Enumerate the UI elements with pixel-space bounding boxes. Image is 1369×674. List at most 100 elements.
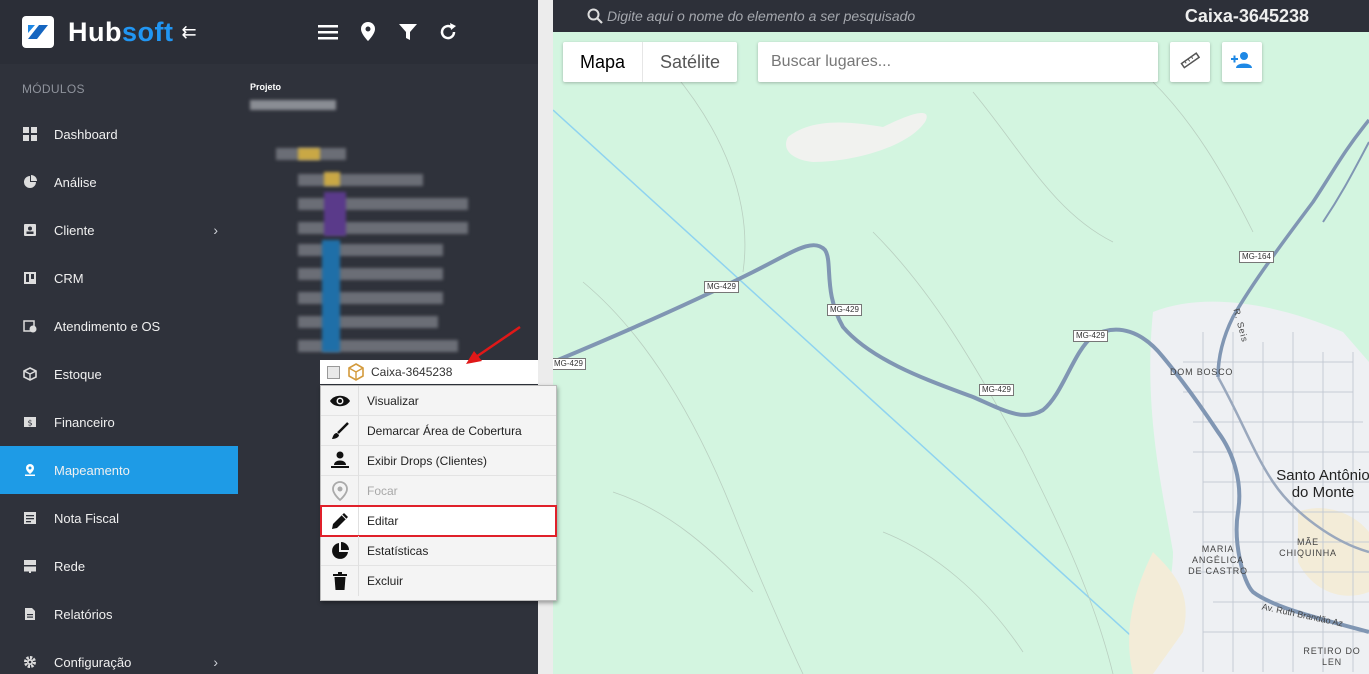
sidebar-item-relatorios[interactable]: Relatórios <box>0 590 238 638</box>
sidebar-item-label: Nota Fiscal <box>54 510 120 526</box>
menu-item-excluir[interactable]: Excluir <box>321 566 556 596</box>
context-menu: Visualizar Demarcar Área de Cobertura Ex… <box>320 385 557 601</box>
map-type-control: Mapa Satélite <box>563 42 738 82</box>
neighborhood-label: DOM BOSCO <box>1170 367 1234 377</box>
places-search-input[interactable] <box>758 42 1158 82</box>
sidebar-item-label: Relatórios <box>54 606 113 622</box>
menu-item-label: Exibir Drops (Clientes) <box>367 453 488 468</box>
kanban-icon <box>22 270 38 286</box>
menu-item-focar[interactable]: Focar <box>321 475 556 506</box>
project-label: Projeto <box>250 82 282 92</box>
obscured-tree-row <box>298 174 423 186</box>
sidebar-item-label: Rede <box>54 558 86 574</box>
sidebar-item-crm[interactable]: CRM <box>0 254 238 302</box>
obscured-tree-row <box>298 244 443 256</box>
brand: Hubsoft ⇇ <box>0 0 238 64</box>
menu-item-label: Focar <box>367 483 398 498</box>
map-pin-icon <box>22 462 38 478</box>
menu-item-exibir-drops[interactable]: Exibir Drops (Clientes) <box>321 445 556 476</box>
sidebar-item-configuracao[interactable]: Configuração › <box>0 638 238 674</box>
sidebar-item-label: Configuração <box>54 654 132 670</box>
road-label: MG-429 <box>979 384 1014 396</box>
collapse-sidebar-icon[interactable]: ⇇ <box>181 22 196 43</box>
sidebar-item-label: Atendimento e OS <box>54 318 161 334</box>
receipt-icon <box>22 510 38 526</box>
road-label: MG-429 <box>553 358 586 370</box>
svg-text:$: $ <box>27 419 32 428</box>
obscured-tree-row <box>298 316 438 328</box>
pie-chart-icon <box>22 174 38 190</box>
obscured-tree-icon <box>324 172 340 186</box>
menu-item-demarcar-area[interactable]: Demarcar Área de Cobertura <box>321 415 556 446</box>
sidebar-item-atendimento[interactable]: Atendimento e OS <box>0 302 238 350</box>
chevron-right-icon: › <box>213 654 218 670</box>
map-type-map-button[interactable]: Mapa <box>563 42 644 82</box>
obscured-tree-row <box>298 268 443 280</box>
sidebar-item-nota-fiscal[interactable]: Nota Fiscal <box>0 494 238 542</box>
refresh-icon[interactable] <box>438 22 458 42</box>
sidebar: Hubsoft ⇇ MÓDULOS Dashboard Análise Clie… <box>0 0 238 674</box>
annotation-arrow <box>466 325 521 364</box>
gear-icon <box>22 654 38 670</box>
cube-icon <box>347 363 365 381</box>
menu-item-label: Estatísticas <box>367 543 429 558</box>
sidebar-item-label: Análise <box>54 174 97 190</box>
ruler-icon <box>1180 50 1201 75</box>
box-icon <box>22 366 38 382</box>
node-checkbox[interactable] <box>327 365 340 379</box>
road-label: MG-429 <box>827 304 862 316</box>
city-label: Santo Antônio do Monte <box>1276 467 1369 501</box>
menu-item-editar[interactable]: Editar <box>320 505 557 537</box>
add-client-button[interactable] <box>1222 42 1262 82</box>
neighborhood-label: RETIRO DO LEN <box>1303 646 1361 667</box>
sidebar-item-label: Cliente <box>54 222 95 238</box>
nav-list: Dashboard Análise Cliente › CRM Atendime… <box>0 110 238 674</box>
obscured-tree-row <box>298 292 443 304</box>
menu-item-label: Excluir <box>367 574 404 588</box>
neighborhood-label: MÃE CHIQUINHA <box>1279 537 1337 558</box>
money-icon: $ <box>22 414 38 430</box>
brush-icon <box>321 415 359 446</box>
obscured-project-name <box>250 100 336 110</box>
map-type-satellite-button[interactable]: Satélite <box>643 42 737 82</box>
sidebar-item-analise[interactable]: Análise <box>0 158 238 206</box>
location-pin-icon[interactable] <box>358 22 378 42</box>
app-window: Hubsoft ⇇ MÓDULOS Dashboard Análise Clie… <box>0 0 1369 674</box>
trash-icon <box>321 566 359 596</box>
report-icon <box>22 606 38 622</box>
sidebar-item-label: Dashboard <box>54 126 118 142</box>
sidebar-item-estoque[interactable]: Estoque <box>0 350 238 398</box>
sidebar-item-rede[interactable]: Rede <box>0 542 238 590</box>
focus-pin-icon <box>321 475 359 506</box>
map-topbar: Caixa-3645238 <box>553 0 1369 32</box>
sidebar-item-financeiro[interactable]: $ Financeiro <box>0 398 238 446</box>
element-search-input[interactable] <box>607 8 1027 24</box>
brand-name: Hubsoft <box>68 16 174 47</box>
search-icon[interactable] <box>587 7 605 25</box>
filter-icon[interactable] <box>398 22 418 42</box>
pencil-icon <box>321 505 359 536</box>
road-label: MG-164 <box>1239 251 1274 263</box>
measure-ruler-button[interactable] <box>1170 42 1210 82</box>
sidebar-item-label: Estoque <box>54 366 102 382</box>
sidebar-item-cliente[interactable]: Cliente › <box>0 206 238 254</box>
dashboard-icon <box>22 126 38 142</box>
menu-item-label: Visualizar <box>367 393 419 408</box>
map-view[interactable]: Caixa-3645238 Mapa Satélite MG-429 MG-42… <box>553 0 1369 674</box>
brand-logo[interactable] <box>22 16 54 48</box>
menu-item-visualizar[interactable]: Visualizar <box>321 385 556 416</box>
menu-icon[interactable] <box>318 22 338 42</box>
pie-chart-icon <box>321 535 359 566</box>
section-label: MÓDULOS <box>22 82 85 96</box>
road-label: MG-429 <box>704 281 739 293</box>
map-canvas[interactable] <box>553 32 1369 674</box>
road-label: MG-429 <box>1073 330 1108 342</box>
sidebar-item-dashboard[interactable]: Dashboard <box>0 110 238 158</box>
person-drop-icon <box>321 445 359 476</box>
person-add-icon <box>1231 51 1253 74</box>
calendar-clock-icon <box>22 318 38 334</box>
sidebar-item-label: Financeiro <box>54 414 115 430</box>
eye-icon <box>321 385 359 416</box>
menu-item-estatisticas[interactable]: Estatísticas <box>321 535 556 566</box>
sidebar-item-mapeamento[interactable]: Mapeamento <box>0 446 238 494</box>
